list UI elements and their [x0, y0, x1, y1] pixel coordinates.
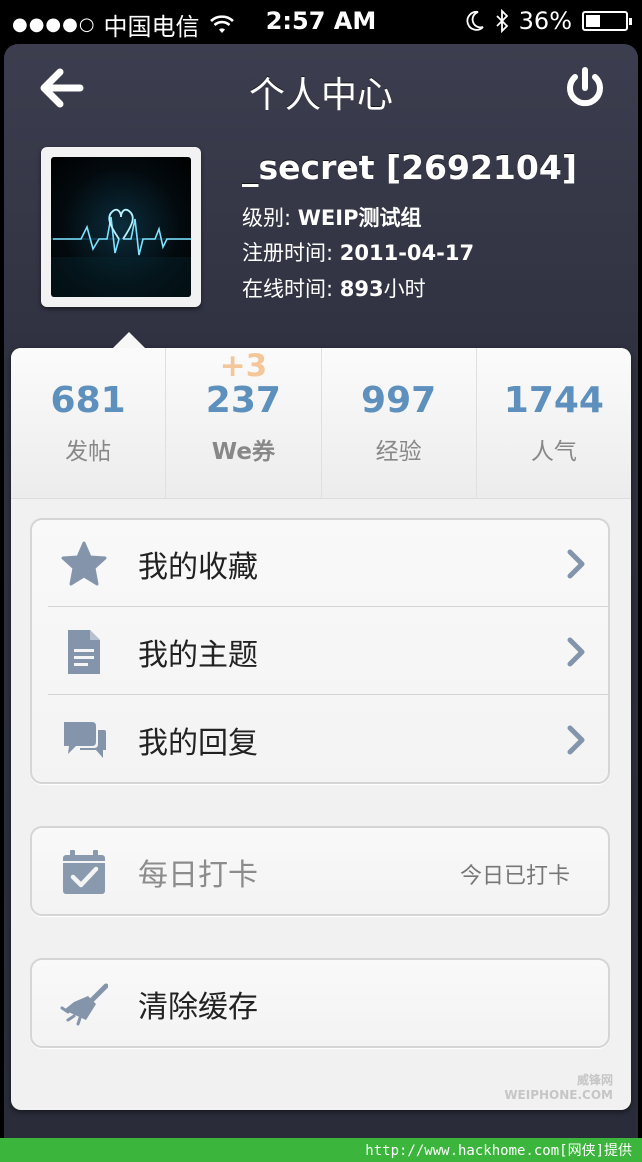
menu-group: 我的收藏 我的主题 我的回复	[30, 518, 610, 784]
bluetooth-icon	[496, 9, 508, 33]
moon-icon	[466, 11, 484, 31]
registration-label: 注册时间:	[242, 241, 334, 265]
footer-banner: http://www.hackhome.com[网侠]提供	[0, 1138, 642, 1162]
menu-item-favorites[interactable]: 我的收藏	[32, 520, 608, 606]
stat-label: 发帖	[65, 439, 112, 465]
divider	[48, 606, 608, 607]
online-value: 893	[339, 277, 384, 301]
checkin-label: 每日打卡	[138, 858, 258, 893]
avatar[interactable]	[41, 147, 201, 307]
username: _secret [2692104]	[242, 148, 577, 187]
broom-icon	[60, 983, 108, 1026]
stat-experience[interactable]: 997 经验	[320, 348, 476, 498]
stat-value: 1744	[503, 380, 604, 421]
checkin-status: 今日已打卡	[459, 864, 570, 889]
stat-label: We券	[211, 439, 275, 465]
checkin-group: 每日打卡 今日已打卡	[30, 826, 610, 916]
online-unit: 小时	[383, 277, 426, 301]
footer-credit: http://www.hackhome.com[网侠]提供	[365, 1143, 632, 1159]
watermark-logo: 威锋网 WEIPHONE.COM	[504, 1071, 613, 1102]
online-time: 在线时间: 893小时	[242, 273, 426, 303]
app-screen: 个人中心 _secret [2692104] 级别: WEIP测试组 注册时间:…	[4, 44, 638, 1138]
menu-item-label: 我的收藏	[138, 550, 258, 585]
user-level: 级别: WEIP测试组	[242, 202, 421, 232]
document-icon	[68, 630, 100, 674]
stat-posts[interactable]: 681 发帖	[11, 348, 165, 498]
avatar-image	[51, 157, 191, 297]
online-label: 在线时间:	[242, 277, 334, 301]
power-icon[interactable]	[564, 66, 606, 110]
clear-cache-label: 清除缓存	[138, 990, 258, 1025]
clear-cache-button[interactable]: 清除缓存	[32, 960, 608, 1046]
star-icon	[61, 541, 107, 586]
level-label: 级别:	[242, 206, 292, 230]
heartbeat-image	[51, 208, 191, 297]
status-right: 36%	[465, 7, 632, 35]
chevron-right-icon	[567, 637, 585, 667]
stat-label: 人气	[530, 439, 577, 465]
stat-delta-badge: +3	[219, 348, 268, 384]
chat-bubbles-icon	[64, 722, 106, 758]
battery-percent: 36%	[518, 7, 572, 35]
battery-fill	[586, 15, 600, 27]
registration-date: 注册时间: 2011-04-17	[242, 237, 474, 267]
menu-item-my-replies[interactable]: 我的回复	[32, 696, 608, 782]
stat-value: 997	[361, 380, 437, 421]
calendar-check-icon	[63, 850, 105, 894]
stat-value: 681	[50, 380, 126, 421]
menu-item-label: 我的回复	[138, 726, 258, 761]
stat-label: 经验	[375, 439, 422, 465]
divider	[48, 694, 608, 695]
chevron-right-icon	[567, 549, 585, 579]
content-panel: 681 发帖 +3 237 We券 997 经验 1744 人气 我的收藏 我的…	[11, 332, 631, 1110]
watermark-line1: 威锋网	[576, 1073, 613, 1087]
panel-pointer	[113, 332, 145, 348]
stat-value: 237	[205, 380, 281, 421]
chevron-right-icon	[567, 725, 585, 755]
status-bar: ●●●●○ 中国电信 2:57 AM 36%	[0, 0, 642, 44]
level-value: WEIP测试组	[297, 206, 422, 230]
menu-item-label: 我的主题	[138, 638, 258, 673]
clear-cache-group: 清除缓存	[30, 958, 610, 1048]
registration-value: 2011-04-17	[339, 241, 475, 265]
watermark-line2: WEIPHONE.COM	[504, 1088, 613, 1102]
menu-item-my-topics[interactable]: 我的主题	[32, 608, 608, 694]
battery-icon	[582, 11, 632, 31]
daily-checkin-row[interactable]: 每日打卡 今日已打卡	[32, 828, 608, 914]
stats-bar: 681 发帖 +3 237 We券 997 经验 1744 人气	[11, 348, 631, 499]
stat-we-coupons[interactable]: +3 237 We券	[165, 348, 320, 498]
page-title: 个人中心	[248, 75, 393, 116]
stat-popularity[interactable]: 1744 人气	[475, 348, 631, 498]
